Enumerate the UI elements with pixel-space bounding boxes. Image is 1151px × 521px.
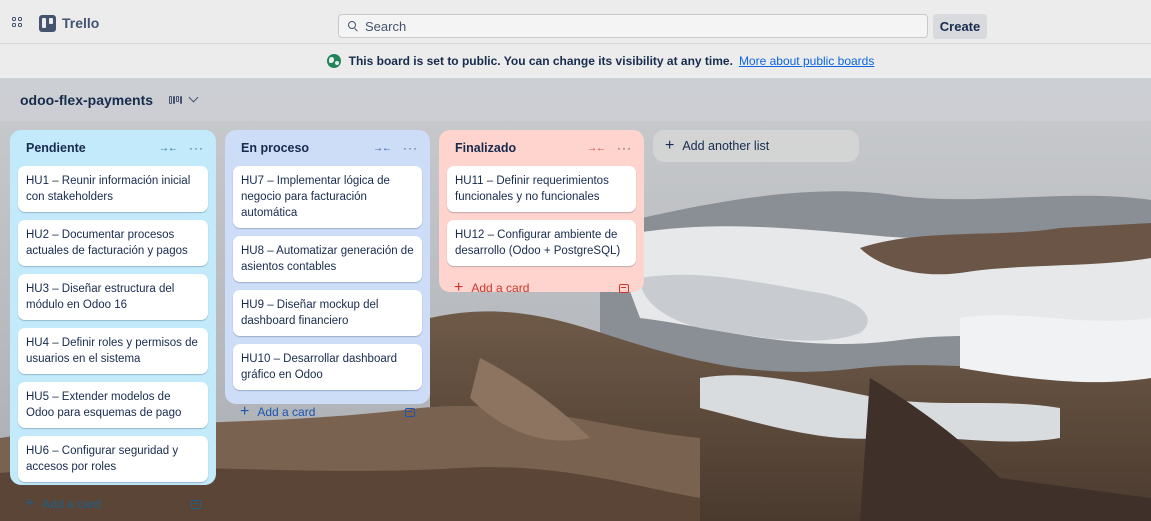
board-header: odoo-flex-payments (0, 78, 1151, 121)
search-input[interactable] (365, 18, 885, 34)
card-template-icon[interactable] (191, 499, 201, 509)
add-card-label: Add a card (257, 405, 316, 419)
globe-icon (326, 54, 341, 68)
card-template-icon[interactable] (619, 283, 629, 293)
add-card-button[interactable]: + Add a card (447, 274, 636, 302)
plus-icon: + (25, 495, 35, 512)
plus-icon: + (454, 279, 464, 296)
card[interactable]: HU8 – Automatizar generación de asientos… (233, 236, 422, 282)
collapse-list-icon[interactable]: →← (587, 143, 606, 154)
plus-icon: + (240, 403, 250, 420)
collapse-list-icon[interactable]: →← (373, 143, 392, 154)
app-name: Trello (62, 15, 100, 31)
card[interactable]: HU3 – Diseñar estructura del módulo en O… (18, 274, 208, 320)
card[interactable]: HU11 – Definir requerimientos funcionale… (447, 166, 636, 212)
list-header: Finalizado →← ··· (447, 130, 636, 166)
card[interactable]: HU2 – Documentar procesos actuales de fa… (18, 220, 208, 266)
top-bar: Trello Create (0, 0, 1151, 44)
board-views-icon[interactable] (169, 95, 183, 104)
card[interactable]: HU6 – Configurar seguridad y accesos por… (18, 436, 208, 482)
board-title[interactable]: odoo-flex-payments (20, 92, 153, 108)
add-card-button[interactable]: + Add a card (18, 490, 208, 518)
card[interactable]: HU10 – Desarrollar dashboard gráfico en … (233, 344, 422, 390)
list-title[interactable]: En proceso (241, 141, 373, 155)
list-header: Pendiente →← ··· (18, 130, 208, 166)
list-finalizado: Finalizado →← ··· HU11 – Definir requeri… (439, 130, 644, 296)
board-canvas: odoo-flex-payments Pendiente →← ··· HU1 … (0, 78, 1151, 521)
search-box[interactable] (338, 14, 928, 38)
apps-grid-icon[interactable] (12, 17, 23, 28)
add-card-label: Add a card (471, 281, 530, 295)
card[interactable]: HU4 – Definir roles y permisos de usuari… (18, 328, 208, 374)
add-list-label: Add another list (682, 139, 770, 153)
plus-icon: + (665, 137, 675, 154)
card[interactable]: HU9 – Diseñar mockup del dashboard finan… (233, 290, 422, 336)
collapse-list-icon[interactable]: →← (159, 143, 178, 154)
list-pendiente: Pendiente →← ··· HU1 – Reunir informació… (10, 130, 216, 512)
more-icon[interactable]: ··· (403, 141, 418, 155)
public-board-banner: This board is set to public. You can cha… (0, 44, 1151, 78)
create-button[interactable]: Create (933, 14, 987, 39)
card-template-icon[interactable] (405, 407, 415, 417)
card[interactable]: HU12 – Configurar ambiente de desarrollo… (447, 220, 636, 266)
add-card-button[interactable]: + Add a card (233, 398, 422, 426)
banner-message: This board is set to public. You can cha… (348, 54, 733, 68)
chevron-down-icon[interactable] (188, 92, 199, 103)
search-icon (347, 20, 359, 32)
list-title[interactable]: Pendiente (26, 141, 159, 155)
add-another-list-button[interactable]: + Add another list (653, 130, 859, 162)
card[interactable]: HU5 – Extender modelos de Odoo para esqu… (18, 382, 208, 428)
more-icon[interactable]: ··· (189, 141, 204, 155)
public-boards-link[interactable]: More about public boards (739, 54, 874, 68)
list-title[interactable]: Finalizado (455, 141, 587, 155)
card[interactable]: HU7 – Implementar lógica de negocio para… (233, 166, 422, 228)
list-en-proceso: En proceso →← ··· HU7 – Implementar lógi… (225, 130, 430, 420)
trello-logo-icon (39, 14, 56, 32)
add-card-label: Add a card (42, 497, 101, 511)
list-header: En proceso →← ··· (233, 130, 422, 166)
card[interactable]: HU1 – Reunir información inicial con sta… (18, 166, 208, 212)
more-icon[interactable]: ··· (617, 141, 632, 155)
trello-logo[interactable]: Trello (39, 14, 99, 32)
